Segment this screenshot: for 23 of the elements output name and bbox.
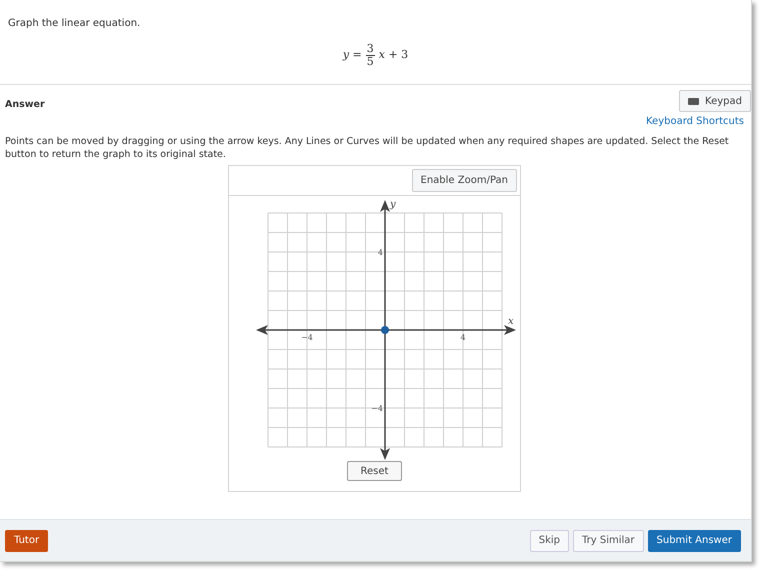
- enable-zoom-pan-button[interactable]: Enable Zoom/Pan: [412, 169, 517, 192]
- tick-label: 4: [460, 333, 466, 342]
- skip-button[interactable]: Skip: [530, 530, 569, 552]
- equation-text: x + 3: [378, 47, 408, 64]
- tick-label: −4: [371, 404, 383, 413]
- tick-label: −4: [301, 333, 313, 342]
- fraction-numerator: 3: [366, 43, 375, 56]
- keypad-button[interactable]: Keypad: [679, 90, 751, 112]
- graph-point[interactable]: [381, 326, 389, 334]
- submit-answer-button[interactable]: Submit Answer: [648, 530, 741, 552]
- axis-label: x: [508, 316, 514, 327]
- try-similar-button[interactable]: Try Similar: [573, 530, 644, 552]
- answer-heading: Answer: [5, 98, 45, 112]
- axis-label: y: [390, 199, 396, 210]
- keyboard-shortcuts-link[interactable]: Keyboard Shortcuts: [646, 114, 744, 129]
- question-prompt: Graph the linear equation.: [8, 17, 140, 31]
- tutor-button[interactable]: Tutor: [5, 530, 48, 552]
- tick-label: 4: [378, 248, 383, 257]
- equation-text: y =: [342, 47, 362, 64]
- reset-button[interactable]: Reset: [347, 461, 402, 481]
- instructions-text: Points can be moved by dragging or using the arrow keys. Any Lines or Curves will be updated when any required shapes are updated. Select the Reset button to return the graph to its original state.: [5, 135, 730, 161]
- keyboard-icon: [688, 98, 700, 104]
- fraction-denominator: 5: [366, 56, 374, 68]
